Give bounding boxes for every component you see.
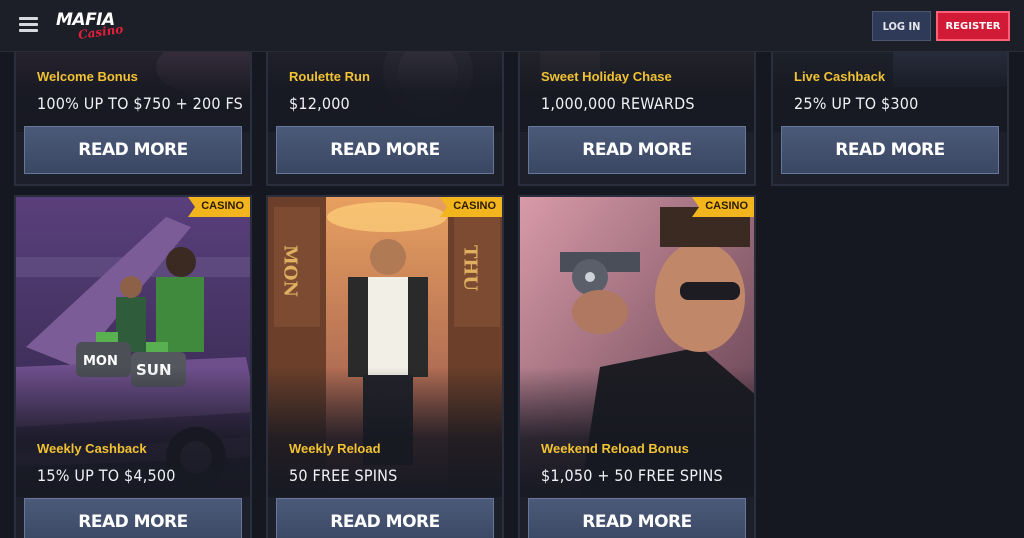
read-more-button[interactable]: READ MORE (528, 498, 746, 538)
promo-card-live-cashback: Live Cashback 25% UP TO $300 READ MORE (771, 40, 1009, 186)
promo-offer: 1,000,000 REWARDS (541, 94, 695, 113)
promo-offer: $1,050 + 50 FREE SPINS (541, 466, 723, 485)
promo-title: Welcome Bonus (37, 69, 138, 84)
promo-title: Weekly Cashback (37, 441, 147, 456)
promo-offer: 15% UP TO $4,500 (37, 466, 176, 485)
casino-badge: CASINO (188, 197, 250, 217)
promo-card-weekend-reload-bonus: CASINO Weekend Reload Bonus $1,050 + 50 … (518, 195, 756, 538)
promo-card-roulette-run: Roulette Run $12,000 READ MORE (266, 40, 504, 186)
read-more-button[interactable]: READ MORE (24, 498, 242, 538)
read-more-button[interactable]: READ MORE (781, 126, 999, 174)
read-more-button[interactable]: READ MORE (24, 126, 242, 174)
promo-offer: 50 FREE SPINS (289, 466, 398, 485)
promo-title: Weekend Reload Bonus (541, 441, 689, 456)
promo-offer: 100% UP TO $750 + 200 FS (37, 94, 244, 113)
promo-card-weekly-cashback: MON SUN CASINO Weekly Cashback 15% UP TO… (14, 195, 252, 538)
top-header: MAFIA Casino LOG IN REGISTER (0, 0, 1024, 52)
casino-logo[interactable]: MAFIA Casino (56, 10, 128, 42)
promo-card-weekly-reload: MON THU CASINO Weekly Reload 50 FREE SPI… (266, 195, 504, 538)
promo-title: Live Cashback (794, 69, 886, 84)
read-more-button[interactable]: READ MORE (528, 126, 746, 174)
promo-card-welcome-bonus: Welcome Bonus 100% UP TO $750 + 200 FS R… (14, 40, 252, 186)
login-button[interactable]: LOG IN (872, 11, 931, 41)
promo-card-sweet-holiday-chase: Sweet Holiday Chase 1,000,000 REWARDS RE… (518, 40, 756, 186)
read-more-button[interactable]: READ MORE (276, 498, 494, 538)
promo-title: Sweet Holiday Chase (541, 69, 672, 84)
promo-offer: $12,000 (289, 94, 350, 113)
art-sign-mon: MON (280, 245, 301, 297)
promo-offer: 25% UP TO $300 (794, 94, 919, 113)
promo-title: Roulette Run (289, 69, 370, 84)
art-sign-thu: THU (460, 245, 481, 291)
casino-badge: CASINO (692, 197, 754, 217)
promo-title: Weekly Reload (289, 441, 381, 456)
casino-badge: CASINO (440, 197, 502, 217)
menu-icon[interactable] (19, 17, 38, 32)
register-button[interactable]: REGISTER (936, 11, 1010, 41)
read-more-button[interactable]: READ MORE (276, 126, 494, 174)
